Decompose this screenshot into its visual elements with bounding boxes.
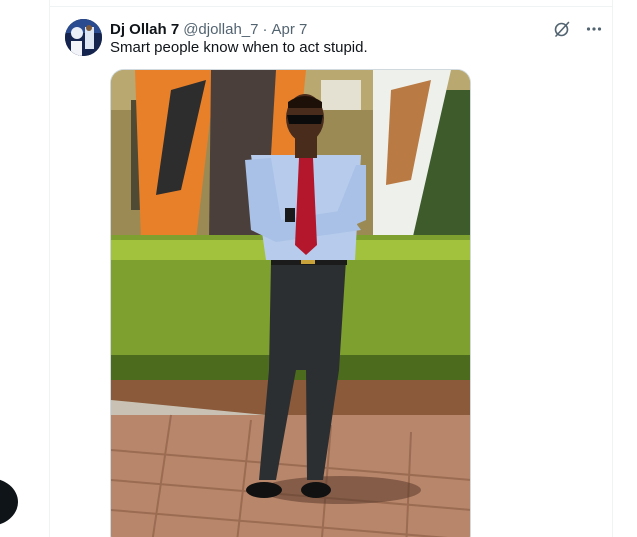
tweet-actions (551, 18, 605, 40)
tweet-header: Dj Ollah 7 @djollah_7 · Apr 7 (110, 19, 307, 39)
tweet-text: Smart people know when to act stupid. (110, 39, 368, 56)
more-icon[interactable] (583, 18, 605, 40)
tweet-photo[interactable] (110, 69, 471, 537)
post-date[interactable]: Apr 7 (271, 21, 307, 38)
separator-dot: · (262, 20, 268, 38)
page: Dj Ollah 7 @djollah_7 · Apr 7 Smart peop… (0, 0, 637, 537)
divider (49, 6, 612, 7)
compose-icon[interactable] (0, 478, 18, 526)
grok-icon[interactable] (551, 18, 573, 40)
author-handle[interactable]: @djollah_7 (183, 21, 258, 38)
author-name[interactable]: Dj Ollah 7 (110, 21, 179, 38)
avatar-image (65, 19, 102, 56)
avatar[interactable] (65, 19, 102, 56)
